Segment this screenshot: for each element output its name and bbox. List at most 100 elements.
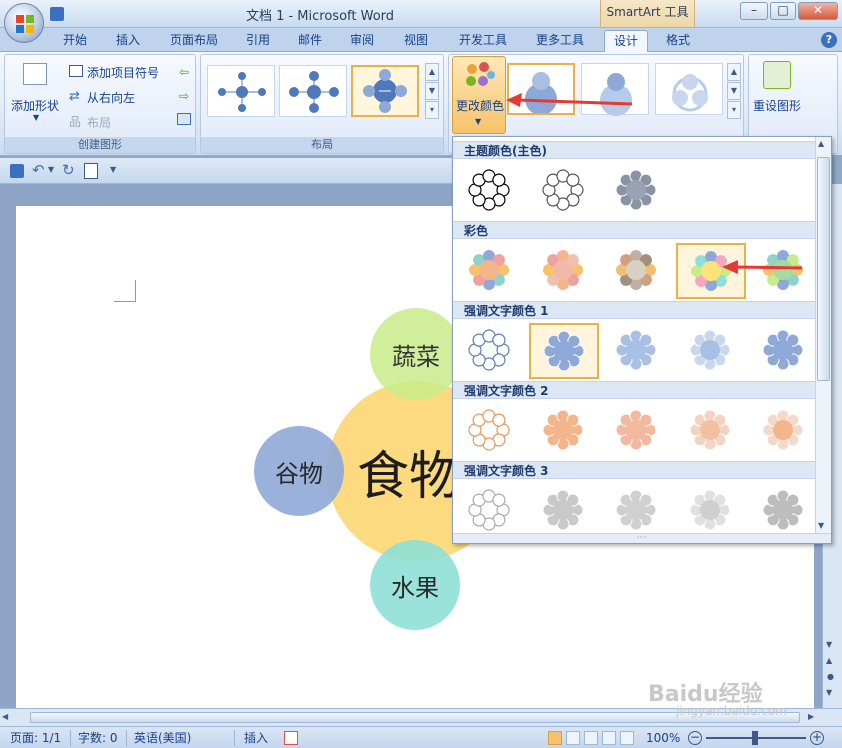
top-circle[interactable]: 蔬菜 — [370, 308, 462, 400]
tab-format[interactable]: 格式 — [656, 30, 700, 52]
layout-option-selected[interactable] — [351, 65, 419, 117]
tab-mailings[interactable]: 邮件 — [288, 30, 332, 52]
resize-grip[interactable]: ···· — [453, 533, 831, 543]
color-option[interactable] — [602, 163, 672, 219]
tab-references[interactable]: 引用 — [236, 30, 280, 52]
color-option[interactable] — [675, 403, 746, 459]
annotation-arrow-icon — [506, 93, 633, 107]
add-shape-button[interactable]: 添加形状 — [11, 97, 59, 114]
gallery-up-icon[interactable]: ▲ — [727, 63, 741, 81]
word-count[interactable]: 字数: 0 — [78, 730, 118, 746]
zoom-level[interactable]: 100% — [646, 730, 680, 746]
gallery-down-icon[interactable]: ▼ — [727, 82, 741, 100]
color-option[interactable] — [749, 323, 819, 379]
reset-graphic-button[interactable]: 重设图形 — [753, 97, 801, 114]
web-layout-icon[interactable] — [584, 731, 598, 745]
color-option[interactable] — [602, 243, 672, 299]
customize-qat-icon[interactable]: ▼ — [110, 165, 116, 174]
prev-page-icon[interactable]: ▲ — [826, 656, 832, 665]
tab-more-tools[interactable]: 更多工具 — [526, 30, 594, 52]
tab-design[interactable]: 设计 — [604, 30, 648, 52]
office-button[interactable] — [4, 3, 44, 43]
tab-insert[interactable]: 插入 — [106, 30, 150, 52]
left-circle[interactable]: 谷物 — [254, 426, 344, 516]
color-option[interactable] — [749, 483, 819, 539]
color-option[interactable] — [602, 483, 672, 539]
text-pane-icon[interactable] — [177, 113, 191, 125]
print-preview-icon[interactable] — [84, 163, 98, 179]
style-option[interactable] — [655, 63, 723, 115]
cycle-color-preview-icon — [762, 489, 804, 531]
color-option-selected[interactable] — [528, 323, 599, 379]
gallery-more-icon[interactable]: ▾ — [727, 101, 741, 119]
zoom-slider-thumb[interactable] — [752, 731, 758, 745]
color-option[interactable] — [528, 483, 599, 539]
promote-arrow-icon[interactable]: ⇦ — [179, 65, 189, 79]
cycle-color-preview-icon — [542, 250, 583, 290]
gallery-down-icon[interactable]: ▼ — [425, 82, 439, 100]
cycle-color-preview-icon — [689, 409, 730, 451]
close-button[interactable]: ✕ — [798, 2, 838, 20]
help-icon[interactable]: ? — [821, 32, 837, 48]
tab-home[interactable]: 开始 — [52, 30, 98, 52]
gallery-more-icon[interactable]: ▾ — [425, 101, 439, 119]
radial-layout-icon — [363, 69, 407, 113]
macro-record-icon[interactable] — [284, 731, 298, 745]
color-option[interactable] — [455, 163, 525, 219]
tab-page-layout[interactable]: 页面布局 — [160, 30, 228, 52]
tab-developer[interactable]: 开发工具 — [448, 30, 518, 52]
dropdown-scrollbar[interactable]: ▲ ▼ — [815, 137, 831, 533]
minimize-button[interactable]: – — [740, 2, 768, 20]
tab-review[interactable]: 审阅 — [340, 30, 384, 52]
undo-icon[interactable]: ↶ — [32, 161, 45, 179]
zoom-out-icon[interactable]: − — [688, 731, 702, 745]
insert-mode[interactable]: 插入 — [244, 730, 268, 746]
browse-object-icon[interactable]: ● — [827, 672, 834, 681]
chevron-down-icon[interactable]: ▼ — [48, 165, 54, 174]
page-count[interactable]: 页面: 1/1 — [10, 730, 61, 746]
gallery-up-icon[interactable]: ▲ — [425, 63, 439, 81]
change-colors-button[interactable]: 更改颜色 ▼ — [452, 56, 506, 134]
redo-icon[interactable]: ↻ — [62, 161, 75, 179]
color-option[interactable] — [455, 403, 525, 459]
layout-button[interactable]: 布局 — [87, 114, 111, 131]
right-to-left-button[interactable]: 从右向左 — [87, 89, 135, 106]
scroll-up-icon[interactable]: ▲ — [818, 139, 824, 148]
cycle-color-preview-icon — [468, 409, 510, 451]
scroll-right-icon[interactable]: ▶ — [808, 712, 814, 721]
group-layouts: ▲ ▼ ▾ 布局 — [200, 54, 444, 154]
color-option[interactable] — [528, 403, 599, 459]
color-option[interactable] — [602, 403, 672, 459]
color-option[interactable] — [528, 243, 599, 299]
save-icon[interactable] — [10, 164, 24, 178]
save-icon[interactable] — [50, 7, 64, 21]
color-option[interactable] — [675, 323, 746, 379]
color-option[interactable] — [455, 323, 525, 379]
layout-option[interactable] — [207, 65, 275, 117]
add-bullet-button[interactable]: 添加项目符号 — [87, 64, 159, 81]
layout-option[interactable] — [279, 65, 347, 117]
scroll-left-icon[interactable]: ◀ — [2, 712, 8, 721]
cycle-color-preview-icon — [689, 489, 730, 531]
color-option[interactable] — [602, 323, 672, 379]
outline-icon[interactable] — [602, 731, 616, 745]
zoom-in-icon[interactable]: + — [810, 731, 824, 745]
full-screen-icon[interactable] — [566, 731, 580, 745]
language[interactable]: 英语(美国) — [134, 730, 191, 746]
color-option[interactable] — [455, 243, 525, 299]
demote-arrow-icon[interactable]: ⇨ — [179, 89, 189, 103]
color-option[interactable] — [675, 483, 746, 539]
print-layout-icon[interactable] — [548, 731, 562, 745]
tab-view[interactable]: 视图 — [394, 30, 438, 52]
color-option[interactable] — [455, 483, 525, 539]
scroll-down-icon[interactable]: ▼ — [818, 521, 824, 530]
bottom-circle[interactable]: 水果 — [370, 540, 460, 630]
color-option[interactable] — [528, 163, 599, 219]
draft-icon[interactable] — [620, 731, 634, 745]
color-option[interactable] — [749, 403, 819, 459]
scroll-thumb[interactable] — [817, 157, 830, 381]
scroll-down-icon[interactable]: ▼ — [826, 640, 832, 649]
restore-button[interactable]: □ — [770, 2, 796, 20]
next-page-icon[interactable]: ▼ — [826, 688, 832, 697]
reset-graphic-icon — [763, 61, 791, 89]
